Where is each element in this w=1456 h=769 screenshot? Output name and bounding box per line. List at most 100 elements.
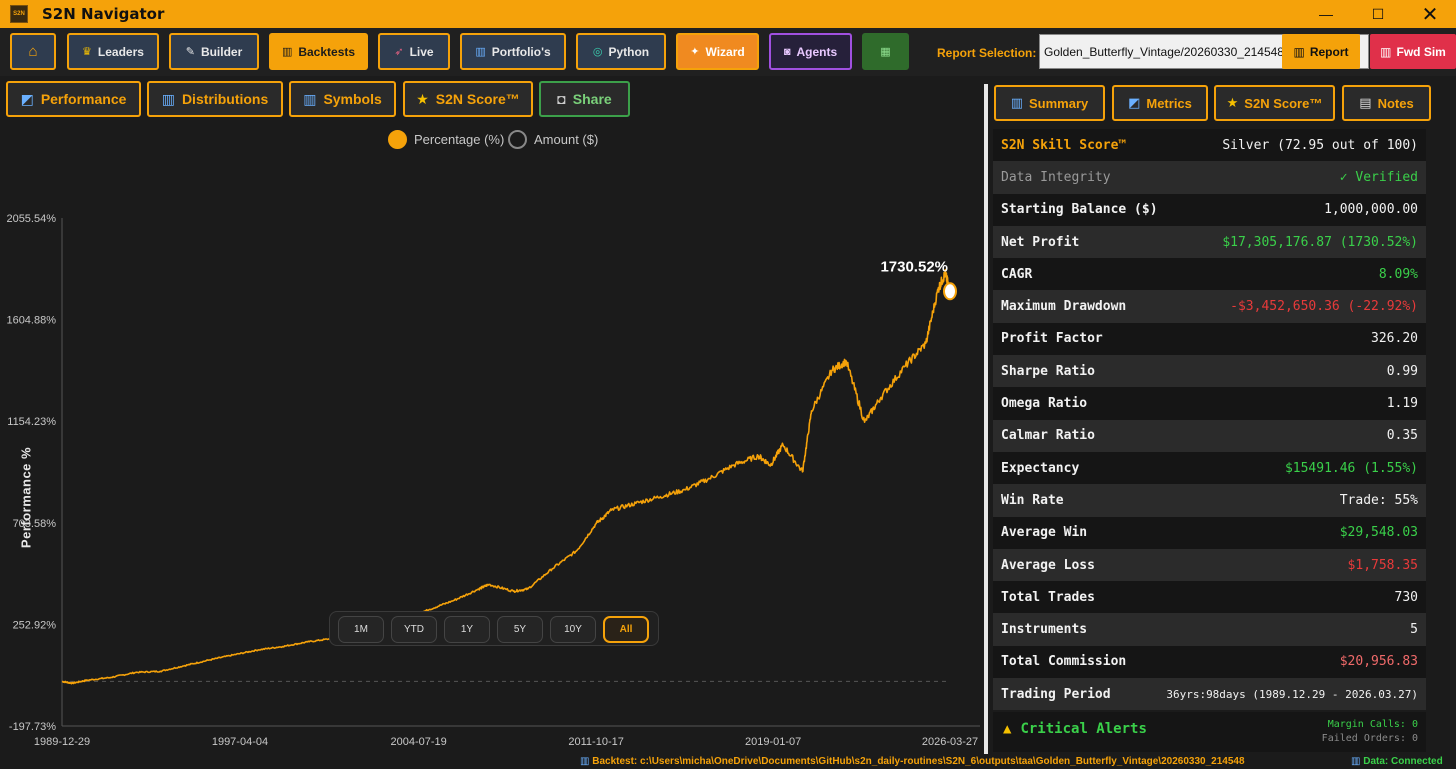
metric-label: Profit Factor: [1001, 331, 1103, 347]
window-controls: — ☐ ✕: [1300, 0, 1456, 28]
title-bar: S2N S2N Navigator — ☐ ✕: [0, 0, 1456, 28]
metric-value: 326.20: [1371, 331, 1418, 347]
live-button[interactable]: ➶ Live: [378, 33, 450, 70]
metric-value: Silver (72.95 out of 100): [1222, 137, 1418, 153]
maximize-button[interactable]: ☐: [1352, 0, 1404, 28]
panel-divider[interactable]: [984, 84, 988, 754]
wrench-icon: ✎: [185, 46, 195, 58]
metric-value: $29,548.03: [1339, 525, 1418, 541]
extra-button[interactable]: ▦: [862, 33, 909, 70]
metric-value: 1.19: [1386, 396, 1418, 412]
range-10y[interactable]: 10Y: [550, 616, 596, 643]
robot-icon: ◙: [783, 45, 791, 58]
home-button[interactable]: ⌂: [10, 33, 56, 70]
metric-row: CAGR 8.09%: [993, 258, 1426, 291]
app-title: S2N Navigator: [42, 5, 165, 23]
warning-icon: ▲: [1003, 721, 1012, 737]
amount-toggle[interactable]: Amount ($): [508, 130, 598, 149]
metric-label: Trading Period: [1001, 686, 1111, 702]
line-chart-icon: ◩: [20, 90, 34, 107]
metric-label: Average Loss: [1001, 557, 1095, 573]
backtests-button[interactable]: ▥ Backtests: [269, 33, 368, 70]
y-tick-label: 252.92%: [13, 619, 57, 631]
tab-share[interactable]: ◘ Share: [539, 81, 630, 117]
range-5y[interactable]: 5Y: [497, 616, 543, 643]
metric-label: Maximum Drawdown: [1001, 299, 1127, 315]
chart-icon: ▥: [1010, 95, 1024, 110]
leaders-button[interactable]: ♛ Leaders: [67, 33, 159, 70]
builder-button[interactable]: ✎ Builder: [169, 33, 259, 70]
metric-label: Calmar Ratio: [1001, 428, 1095, 444]
metric-row: Starting Balance ($) 1,000,000.00: [993, 193, 1426, 226]
star-icon: ★: [1226, 95, 1239, 110]
metric-row: Average Loss $1,758.35: [993, 548, 1426, 582]
metric-row: Data Integrity ✓ Verified: [993, 161, 1426, 194]
metric-label: Net Profit: [1001, 234, 1080, 250]
metric-row: Expectancy $15491.46 (1.55%): [993, 451, 1426, 485]
percentage-toggle[interactable]: Percentage (%): [388, 130, 504, 149]
metric-label: Total Trades: [1001, 589, 1095, 605]
app-logo: S2N: [10, 5, 28, 23]
connection-status: ▥ Data: Connected: [1351, 756, 1443, 767]
metric-value: 5: [1410, 622, 1418, 638]
chart-icon: ▥: [1351, 756, 1361, 767]
range-selector: 1M YTD 1Y 5Y 10Y All: [329, 611, 659, 646]
range-1m[interactable]: 1M: [338, 616, 384, 643]
x-tick-label: 2011-10-17: [568, 736, 623, 748]
metric-label: Average Win: [1001, 525, 1088, 541]
metric-row: Sharpe Ratio 0.99: [993, 355, 1426, 388]
metric-value: 8.09%: [1378, 266, 1418, 282]
fwd-sim-button[interactable]: ▥ Fwd Sim: [1370, 34, 1456, 69]
wand-icon: ✦: [690, 46, 700, 58]
wizard-button[interactable]: ✦ Wizard: [676, 33, 759, 70]
tab-notes[interactable]: ▤ Notes: [1342, 85, 1431, 121]
grid-icon: ▦: [880, 46, 891, 58]
camera-icon: ◘: [557, 91, 566, 107]
minimize-button[interactable]: —: [1300, 0, 1352, 28]
metric-row: Omega Ratio 1.19: [993, 387, 1426, 420]
metric-value: $17,305,176.87 (1730.52%): [1222, 234, 1418, 250]
report-selection-label: Report Selection:: [937, 46, 1037, 60]
tab-distributions[interactable]: ▥ Distributions: [147, 81, 283, 117]
metrics-table: S2N Skill Score™ Silver (72.95 out of 100…: [993, 129, 1426, 711]
chart-icon: ▥: [1293, 44, 1305, 59]
metric-value: $1,758.35: [1347, 557, 1418, 573]
line-chart-icon: ◩: [1128, 95, 1141, 110]
metric-row: Average Win $29,548.03: [993, 516, 1426, 549]
metric-label: Expectancy: [1001, 460, 1080, 476]
metric-row: Profit Factor 326.20: [993, 322, 1426, 356]
metric-label: Omega Ratio: [1001, 396, 1088, 412]
tab-summary[interactable]: ▥ Summary: [994, 85, 1105, 121]
tab-s2n-score-right[interactable]: ★ S2N Score™: [1214, 85, 1335, 121]
tab-s2n-score[interactable]: ★ S2N Score™: [403, 81, 533, 117]
radio-unselected-icon: [508, 130, 527, 149]
chart-icon: ▥: [281, 46, 293, 58]
range-all[interactable]: All: [603, 616, 649, 643]
metric-row: Trading Period 36yrs:98days (1989.12.29 -…: [993, 678, 1426, 711]
y-axis-label-container: Performance %: [8, 420, 38, 580]
range-1y[interactable]: 1Y: [444, 616, 490, 643]
metric-row: Maximum Drawdown -$3,452,650.36 (-22.92%): [993, 290, 1426, 323]
metric-label: Instruments: [1001, 622, 1088, 638]
python-button[interactable]: ◎ Python: [576, 33, 666, 70]
end-value-label: 1730.52%: [880, 258, 948, 275]
x-tick-label: 2026-03-27: [922, 736, 978, 748]
portfolios-button[interactable]: ▥ Portfolio's: [460, 33, 566, 70]
agents-button[interactable]: ◙ Agents: [769, 33, 852, 70]
metric-value: ✓ Verified: [1339, 169, 1418, 185]
report-button[interactable]: ▥ Report: [1282, 34, 1360, 69]
y-tick-label: 2055.54%: [6, 213, 56, 225]
range-ytd[interactable]: YTD: [391, 616, 437, 643]
x-tick-label: 1989-12-29: [34, 736, 90, 748]
tab-metrics[interactable]: ◩ Metrics: [1112, 85, 1208, 121]
backtest-path: ▥ Backtest: c:\Users\micha\OneDrive\Docu…: [580, 756, 1245, 767]
metric-value: Trade: 55%: [1339, 492, 1418, 508]
tab-performance[interactable]: ◩ Performance: [6, 81, 141, 117]
close-button[interactable]: ✕: [1404, 0, 1456, 28]
metric-value: 36yrs:98days (1989.12.29 - 2026.03.27): [1166, 687, 1418, 701]
tab-symbols[interactable]: ▥ Symbols: [289, 81, 396, 117]
bar-chart-icon: ▥: [303, 90, 317, 107]
performance-chart[interactable]: 2055.54%1604.88%1154.23%703.58%252.92%-1…: [0, 200, 984, 756]
failed-orders: Failed Orders: 0: [1321, 733, 1418, 744]
critical-alerts[interactable]: ▲ Critical Alerts Margin Calls: 0 Failed…: [993, 712, 1426, 752]
